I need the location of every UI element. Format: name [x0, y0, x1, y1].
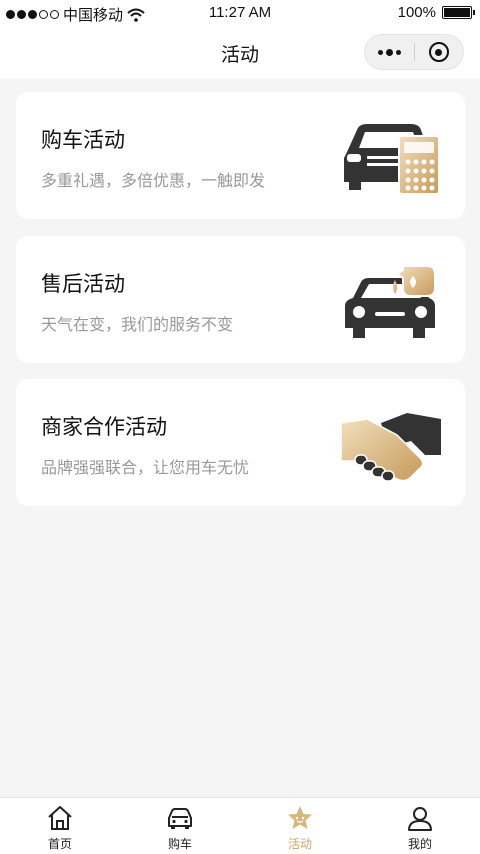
tab-activities[interactable]: 活动 [240, 798, 360, 854]
close-miniprogram-button[interactable] [415, 35, 463, 69]
card-subtitle: 多重礼遇，多倍优惠，一触即发 [41, 171, 266, 190]
tab-label: 首页 [47, 837, 72, 851]
tab-mine[interactable]: 我的 [360, 798, 480, 854]
car-calculator-icon [344, 124, 440, 195]
star-icon [288, 806, 312, 829]
home-icon [48, 806, 72, 830]
card-title: 购车活动 [41, 128, 125, 152]
card-after-sales[interactable]: 售后活动 天气在变，我们的服务不变 [16, 236, 465, 363]
status-bar: 中国移动 11:27 AM 100% [0, 0, 480, 26]
car-service-oil-icon [345, 265, 436, 338]
card-title: 商家合作活动 [41, 415, 167, 439]
bottom-tab-bar: 首页 购车 活动 我的 [0, 797, 480, 854]
tab-buy-car[interactable]: 购车 [120, 798, 240, 854]
card-subtitle: 天气在变，我们的服务不变 [41, 315, 234, 334]
card-title: 售后活动 [41, 272, 125, 296]
tab-home[interactable]: 首页 [0, 798, 120, 854]
tab-label: 购车 [167, 837, 192, 851]
battery-icon [442, 6, 475, 19]
card-partner[interactable]: 商家合作活动 品牌强强联合，让您用车无忧 [16, 379, 465, 506]
target-icon [428, 42, 449, 62]
car-icon [168, 808, 192, 829]
more-options-button[interactable] [365, 35, 414, 69]
handshake-icon [341, 413, 441, 482]
navigation-bar: 活动 [0, 26, 480, 78]
card-car-purchase[interactable]: 购车活动 多重礼遇，多倍优惠，一触即发 [16, 92, 465, 219]
miniprogram-capsule [364, 34, 464, 70]
card-subtitle: 品牌强强联合，让您用车无忧 [41, 458, 250, 477]
battery-status: 100% [397, 4, 475, 21]
tab-label: 我的 [407, 837, 432, 851]
user-icon [408, 807, 432, 831]
battery-percent: 100% [397, 4, 436, 21]
tab-label: 活动 [287, 837, 312, 851]
